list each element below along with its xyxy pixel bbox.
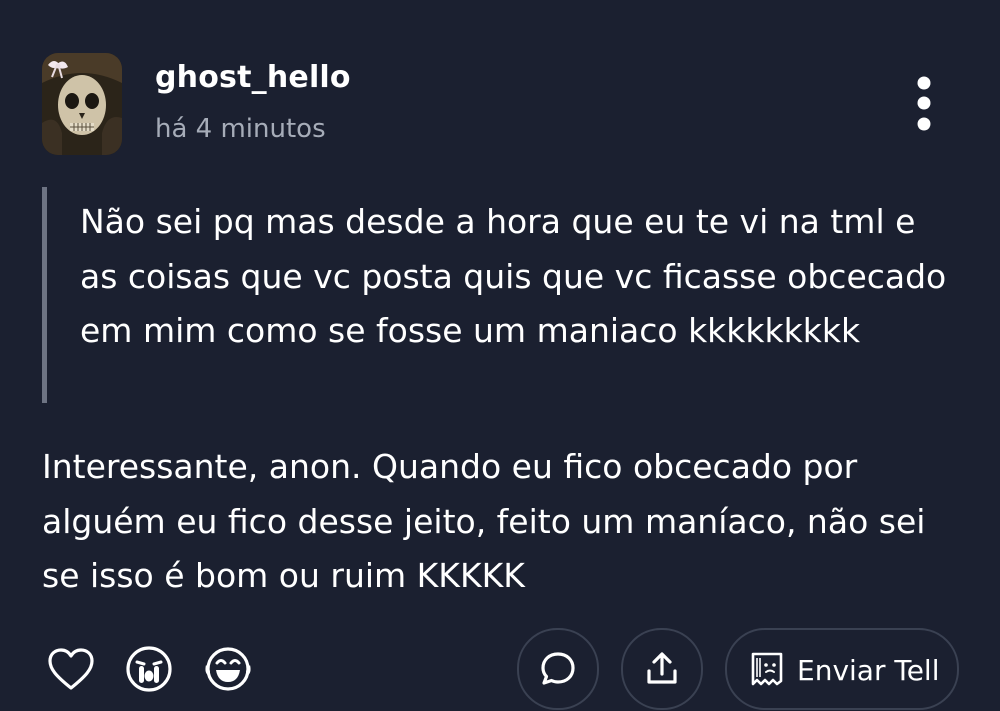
username[interactable]: ghost_hello xyxy=(155,60,351,95)
laugh-reaction-button[interactable] xyxy=(203,645,253,693)
sad-reaction-button[interactable] xyxy=(125,645,173,693)
avatar[interactable] xyxy=(42,53,122,155)
more-vertical-icon xyxy=(917,76,931,131)
avatar-skull-image xyxy=(42,53,122,155)
question-text: Não sei pq mas desde a hora que eu te vi… xyxy=(80,202,947,350)
share-button[interactable] xyxy=(621,628,703,710)
send-tell-button[interactable]: Enviar Tell xyxy=(725,628,959,710)
like-button[interactable] xyxy=(46,645,96,695)
tell-paper-icon xyxy=(751,652,783,686)
heart-icon xyxy=(48,648,94,690)
comment-bubble-icon xyxy=(541,652,575,685)
more-options-button[interactable] xyxy=(906,72,942,138)
laughing-face-icon xyxy=(205,647,251,691)
crying-face-icon xyxy=(126,646,172,692)
question-quote: Não sei pq mas desde a hora que eu te vi… xyxy=(42,187,957,403)
post-timestamp: há 4 minutos xyxy=(155,114,326,144)
answer-text: Interessante, anon. Quando eu fico obcec… xyxy=(42,447,926,595)
comment-button[interactable] xyxy=(517,628,599,710)
share-upload-icon xyxy=(647,652,677,684)
send-tell-label: Enviar Tell xyxy=(797,654,940,687)
